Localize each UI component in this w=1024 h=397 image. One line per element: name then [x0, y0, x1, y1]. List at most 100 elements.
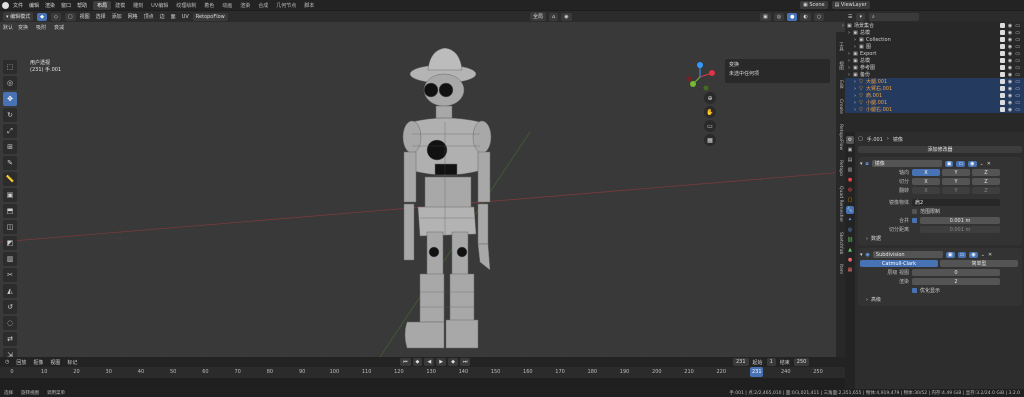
header-menu-7[interactable]: UV: [182, 14, 189, 20]
axis-x-toggle[interactable]: X: [912, 169, 940, 176]
expand-arrow-icon[interactable]: ›: [854, 100, 856, 106]
constraints-tab-icon[interactable]: ⛓: [846, 236, 854, 244]
render-tab-icon[interactable]: ▣: [846, 146, 854, 154]
workspace-tab-0[interactable]: 布局: [93, 0, 112, 10]
mode-selector[interactable]: ▾ 编辑模式: [3, 12, 34, 21]
collapse-chevron-icon[interactable]: ▾: [860, 252, 863, 258]
expand-arrow-icon[interactable]: ›: [854, 37, 856, 43]
eye-icon[interactable]: ◉: [1008, 44, 1012, 50]
outliner-row[interactable]: › ▣ 备份 ◉ ▭: [845, 71, 1024, 78]
merge-distance-field[interactable]: 0.001 m: [920, 217, 1000, 224]
outliner-row[interactable]: › ▽ 小腿.001 ◉ ▭: [845, 99, 1024, 106]
outliner-row[interactable]: › ▣ Collection ◉ ▭: [845, 36, 1024, 43]
play-reverse-icon[interactable]: ◀: [424, 358, 435, 366]
extrude-icon[interactable]: ⬒: [3, 204, 17, 218]
world-tab-icon[interactable]: ◍: [846, 186, 854, 194]
camera-render-icon[interactable]: ▭: [1015, 44, 1020, 50]
remove-modifier-icon[interactable]: ✕: [987, 161, 991, 167]
exclude-checkbox[interactable]: [999, 99, 1005, 105]
next-key-icon[interactable]: ◆: [448, 358, 458, 366]
menu-item-3[interactable]: 窗口: [61, 2, 71, 9]
view-layer-tab-icon[interactable]: ▥: [846, 166, 854, 174]
eye-icon[interactable]: ◉: [1008, 72, 1012, 78]
exclude-checkbox[interactable]: [999, 57, 1005, 63]
timeline-menu-2[interactable]: 视图: [50, 359, 60, 366]
wireframe-shading-icon[interactable]: ◎: [773, 12, 785, 21]
face-select-icon[interactable]: ▢: [64, 12, 76, 21]
view-layer-selector[interactable]: ▤ ViewLayer: [831, 1, 870, 9]
data-tab-icon[interactable]: ▲: [846, 246, 854, 254]
material-tab-icon[interactable]: ●: [846, 256, 854, 264]
sidebar-tab-8[interactable]: Item: [838, 264, 843, 274]
workspace-tab-1[interactable]: 建模: [111, 1, 129, 10]
outliner-row[interactable]: › ▣ 图 ◉ ▭: [845, 43, 1024, 50]
expand-arrow-icon[interactable]: ›: [854, 79, 856, 85]
sidebar-tab-1[interactable]: 视图: [838, 61, 844, 70]
remove-modifier-icon[interactable]: ✕: [988, 252, 992, 258]
edit-mode-toggle-icon[interactable]: ▣: [944, 160, 954, 167]
subsurf-name-field[interactable]: Subdivision: [872, 251, 943, 258]
edge-slide-icon[interactable]: ⇄: [3, 332, 17, 346]
expand-arrow-icon[interactable]: ›: [854, 107, 856, 113]
viewport-toggle-icon[interactable]: ▭: [956, 160, 966, 167]
outliner-row[interactable]: › ▽ 小腿右.001 ◉ ▭: [845, 106, 1024, 113]
expand-arrow-icon[interactable]: ›: [848, 58, 850, 64]
camera-render-icon[interactable]: ▭: [1015, 58, 1020, 64]
exclude-checkbox[interactable]: [999, 50, 1005, 56]
bevel-icon[interactable]: ◩: [3, 236, 17, 250]
eye-icon[interactable]: ◉: [1008, 37, 1012, 43]
poly-build-icon[interactable]: ◭: [3, 284, 17, 298]
sidebar-tab-4[interactable]: RetopoFlow: [838, 124, 843, 150]
flip-x-toggle[interactable]: X: [912, 187, 940, 194]
navigation-gizmo[interactable]: [685, 62, 715, 92]
scale-icon[interactable]: ⤢: [3, 124, 17, 138]
zoom-icon[interactable]: ⊕: [704, 92, 716, 104]
smooth-icon[interactable]: ◌: [3, 316, 17, 330]
timeline-menu-3[interactable]: 标记: [67, 359, 77, 366]
mirror-name-field[interactable]: 镜像: [871, 160, 942, 167]
exclude-checkbox[interactable]: [999, 92, 1005, 98]
exclude-checkbox[interactable]: [999, 78, 1005, 84]
outliner-search-input[interactable]: ⌕: [869, 12, 919, 21]
render-toggle-icon[interactable]: ◉: [969, 251, 978, 258]
bisect-y-toggle[interactable]: Y: [942, 178, 970, 185]
camera-render-icon[interactable]: ▭: [1015, 30, 1020, 36]
add-cube-icon[interactable]: ▣: [3, 188, 17, 202]
particles-tab-icon[interactable]: ✦: [846, 216, 854, 224]
workspace-tab-4[interactable]: 纹理绘制: [172, 1, 200, 10]
bisect-x-toggle[interactable]: X: [912, 178, 940, 185]
workspace-tab-2[interactable]: 雕刻: [129, 1, 147, 10]
blender-logo-icon[interactable]: [2, 1, 9, 9]
header-menu-2[interactable]: 添加: [112, 13, 122, 20]
exclude-checkbox[interactable]: [999, 22, 1005, 28]
workspace-tab-7[interactable]: 渲染: [236, 1, 254, 10]
camera-render-icon[interactable]: ▭: [1015, 86, 1020, 92]
advanced-subpanel[interactable]: › 高级: [860, 295, 1020, 304]
eye-icon[interactable]: ◉: [1008, 23, 1012, 29]
outliner-row[interactable]: › ▣ 场景集合 ◉ ▭: [842, 22, 1024, 29]
collapse-chevron-icon[interactable]: ▾: [860, 161, 863, 167]
axis-z-toggle[interactable]: Z: [972, 169, 1000, 176]
playhead[interactable]: 231: [750, 367, 764, 377]
knife-icon[interactable]: ✂: [3, 268, 17, 282]
eye-icon[interactable]: ◉: [1008, 65, 1012, 71]
sidebar-tab-0[interactable]: 工具: [838, 42, 844, 51]
bisect-distance-field[interactable]: 0.001 m: [920, 226, 1000, 233]
expand-arrow-icon[interactable]: ›: [842, 23, 844, 29]
timeline-menu-0[interactable]: 回放: [16, 359, 26, 366]
exclude-checkbox[interactable]: [999, 71, 1005, 77]
expand-arrow-icon[interactable]: ›: [848, 30, 850, 36]
object-tab-icon[interactable]: ▢: [846, 196, 854, 204]
modifier-tab-icon[interactable]: 🔧: [846, 206, 854, 214]
expand-arrow-icon[interactable]: ›: [848, 72, 850, 78]
frame-ruler[interactable]: 231 0 10 20 30 40 50 60 70 80 90 100 110 120 130 140 15…: [0, 367, 845, 378]
editor-type-icon[interactable]: ◷: [5, 359, 9, 365]
material-shading-icon[interactable]: ◐: [800, 12, 811, 21]
camera-render-icon[interactable]: ▭: [1015, 79, 1020, 85]
menu-item-1[interactable]: 编辑: [29, 2, 39, 9]
outliner-row[interactable]: › ▽ 肩.001 ◉ ▭: [845, 92, 1024, 99]
header-menu-0[interactable]: 视图: [80, 13, 90, 20]
flip-y-toggle[interactable]: Y: [942, 187, 970, 194]
catmull-clark-toggle[interactable]: Catmull-Clark: [860, 260, 938, 267]
viewport-toggle-icon[interactable]: ▭: [957, 251, 967, 258]
